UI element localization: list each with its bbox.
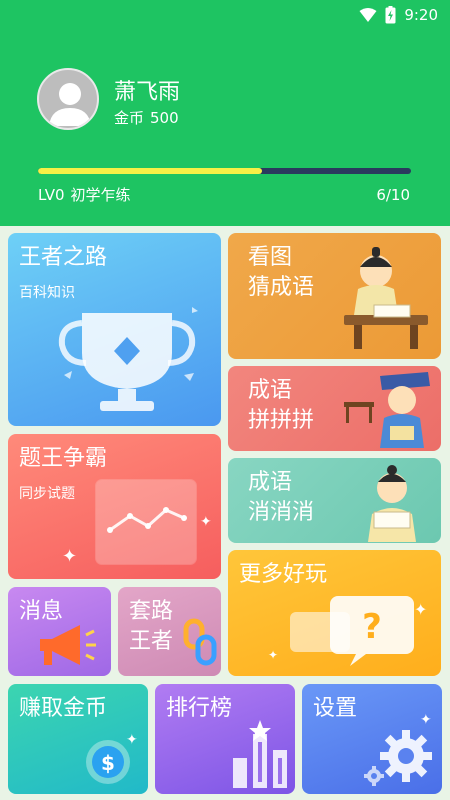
svg-text:?: ? (362, 607, 382, 647)
card-rank-title: 排行榜 (166, 696, 233, 721)
card-wangzhe-title: 王者之路 (19, 245, 108, 270)
card-xiaoxiao[interactable]: 成语 消消消 (228, 458, 441, 543)
status-icons: 9:20 (359, 6, 438, 24)
card-xiaoxiao-title: 成语 消消消 (248, 468, 314, 528)
level-progress-fill (38, 168, 262, 174)
card-taolu-title: 套路 王者 (129, 597, 173, 657)
sparkle-icon: ✦ (126, 732, 138, 748)
sparkle-icon: ✦ (200, 514, 212, 530)
coin-balance: 金币 500 (114, 107, 185, 128)
card-xiaoxiao-title-line1: 成语 (248, 470, 293, 495)
chain-link-icon (183, 618, 217, 666)
card-xiaoxiao-title-line2: 消消消 (248, 500, 315, 525)
sparkle-icon: ✦ (268, 648, 279, 662)
status-bar: 9:20 (0, 0, 450, 32)
card-settings-title: 设置 (313, 696, 358, 721)
profile-header: 9:20 萧飞雨 金币 500 LV0 初学乍练 6/10 (0, 0, 450, 226)
card-taolu-title-line1: 套路 (129, 599, 174, 624)
card-wangzhe[interactable]: 王者之路 百科知识 (8, 233, 221, 426)
avatar[interactable] (37, 68, 99, 130)
card-kantu[interactable]: 看图 猜成语 (228, 233, 441, 359)
scholar-writing-illustration (344, 372, 430, 448)
level-label: LV0 (38, 186, 65, 204)
user-silhouette-icon (49, 83, 91, 126)
card-pinpin[interactable]: 成语 拼拼拼 (228, 366, 441, 451)
level-title: 初学乍练 (70, 186, 131, 204)
card-kantu-title-line2: 猜成语 (248, 275, 315, 300)
sparkle-icon: ✦ (62, 546, 78, 567)
card-pinpin-title: 成语 拼拼拼 (248, 376, 314, 436)
card-more-title: 更多好玩 (239, 562, 328, 587)
card-wangzhe-subtitle: 百科知识 (19, 285, 75, 301)
svg-text:$: $ (101, 751, 115, 775)
card-more[interactable]: 更多好玩 ? ✦ ✦ (228, 550, 441, 676)
level-progress-bar (38, 168, 411, 174)
card-settings[interactable]: 设置 ✦ (302, 684, 442, 794)
trophy-icon (58, 307, 198, 411)
level-info: LV0 初学乍练 (38, 184, 137, 205)
card-message[interactable]: 消息 (8, 587, 111, 676)
clock: 9:20 (404, 6, 438, 24)
sparkle-icon: ✦ (420, 712, 432, 728)
megaphone-icon (40, 625, 96, 665)
card-pinpin-title-line1: 成语 (248, 378, 293, 403)
card-earn-title: 赚取金币 (19, 696, 108, 721)
card-tiwang-subtitle: 同步试题 (19, 486, 75, 502)
card-pinpin-title-line2: 拼拼拼 (248, 408, 315, 433)
scholar-reading-illustration (344, 247, 428, 349)
card-kantu-title: 看图 猜成语 (248, 243, 314, 303)
card-earn[interactable]: 赚取金币 $ ✦ (8, 684, 148, 794)
card-tiwang-title: 题王争霸 (19, 446, 108, 471)
child-with-scroll-illustration (368, 465, 416, 542)
card-kantu-title-line1: 看图 (248, 245, 293, 270)
level-progress-text: 6/10 (376, 186, 410, 204)
wifi-icon (359, 8, 377, 22)
gear-icon (364, 730, 432, 786)
coins-label: 金币 (114, 109, 145, 127)
card-rank[interactable]: 排行榜 (155, 684, 295, 794)
battery-charging-icon (385, 6, 396, 24)
sparkle-icon: ✦ (414, 600, 428, 619)
user-name: 萧飞雨 (114, 80, 181, 105)
card-taolu[interactable]: 套路 王者 (118, 587, 221, 676)
coins-value: 500 (150, 109, 179, 127)
line-chart-icon (95, 479, 197, 565)
card-tiwang[interactable]: 题王争霸 同步试题 ✦ ✦ (8, 434, 221, 579)
question-bubble-icon: ? (290, 596, 414, 666)
bar-chart-icon (233, 720, 287, 788)
card-taolu-title-line2: 王者 (129, 629, 174, 654)
